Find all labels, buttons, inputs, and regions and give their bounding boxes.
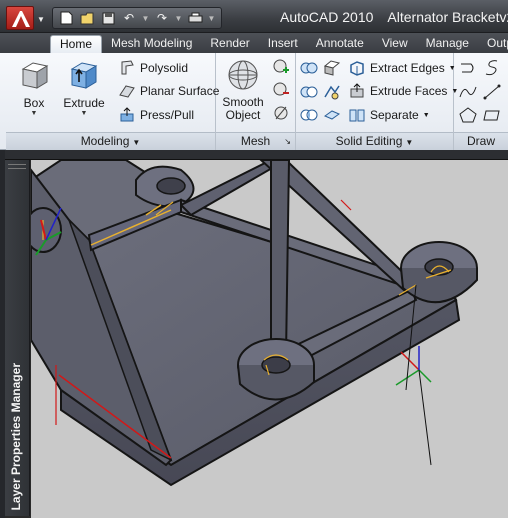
planar-surface-button[interactable]: Planar Surface: [118, 81, 219, 101]
extrude-label: Extrude: [63, 96, 105, 110]
tab-annotate[interactable]: Annotate: [307, 35, 373, 53]
extract-edges-icon: [348, 60, 365, 77]
bracket-3d-model: [31, 160, 478, 487]
planar-surface-label: Planar Surface: [140, 84, 220, 98]
app-name: AutoCAD 2010: [280, 9, 374, 25]
slice-icon[interactable]: [322, 58, 342, 78]
plot-icon[interactable]: [186, 10, 204, 26]
draw-panel: Draw: [454, 53, 508, 150]
smooth-object-icon: [226, 58, 260, 92]
tab-render[interactable]: Render: [201, 35, 258, 53]
redo-icon[interactable]: ↷: [153, 10, 171, 26]
mesh-title-label: Mesh: [240, 134, 271, 148]
chevron-down-icon: ▼: [422, 111, 430, 119]
spline-icon[interactable]: [458, 82, 478, 102]
undo-icon[interactable]: ↶: [120, 10, 138, 26]
ribbon-splitter: [0, 150, 508, 160]
solid-editing-panel: Extract Edges ▼ Extrude Faces ▼ Separate…: [296, 53, 458, 150]
smooth-object-button[interactable]: Smooth Object: [220, 58, 266, 122]
modeling-panel: Box ▼ Extrude ▼ Polysolid Planar Surface…: [6, 53, 219, 150]
window-title: AutoCAD 2010 Alternator Bracketv2: [280, 9, 508, 25]
separate-button[interactable]: Separate ▼: [348, 105, 430, 125]
layer-properties-palette[interactable]: Layer Properties Manager: [5, 160, 30, 516]
press-pull-button[interactable]: Press/Pull: [118, 105, 194, 125]
document-name: Alternator Bracketv2: [387, 9, 508, 25]
helix-icon[interactable]: [482, 58, 502, 78]
press-pull-label: Press/Pull: [140, 108, 195, 122]
dialog-launcher-icon[interactable]: ↘: [284, 133, 291, 150]
extrude-button[interactable]: Extrude ▼: [60, 58, 108, 118]
tab-home[interactable]: Home: [50, 35, 103, 53]
rectangle-icon[interactable]: [482, 105, 502, 125]
subtract-icon[interactable]: [299, 82, 319, 102]
modeling-panel-title[interactable]: Modeling ▼: [6, 132, 215, 150]
smooth-object-label-2: Object: [225, 108, 261, 122]
ribbon: Box ▼ Extrude ▼ Polysolid Planar Surface…: [0, 53, 508, 150]
tab-output[interactable]: Output: [478, 35, 508, 53]
separate-icon: [348, 107, 365, 124]
solid-editing-title-label: Solid Editing: [335, 134, 403, 148]
polysolid-button[interactable]: Polysolid: [118, 58, 188, 78]
tab-manage[interactable]: Manage: [417, 35, 478, 53]
extract-edges-label: Extract Edges: [370, 61, 445, 75]
application-menu-button[interactable]: ▼: [4, 4, 48, 31]
polyline-icon[interactable]: [458, 58, 478, 78]
extrude-faces-icon: [348, 83, 365, 100]
drawing-viewport[interactable]: [31, 160, 508, 518]
press-pull-icon: [118, 107, 135, 124]
mesh-panel-title[interactable]: Mesh ↘: [216, 132, 295, 150]
layer-properties-manager-label: Layer Properties Manager: [9, 362, 23, 510]
extrude-faces-button[interactable]: Extrude Faces ▼: [348, 81, 458, 101]
modeling-title-label: Modeling: [80, 134, 130, 148]
chevron-down-icon: ▼: [80, 110, 88, 117]
draw-title-label: Draw: [466, 134, 495, 148]
quick-access-toolbar: ↶ ▼ ↷ ▼ ▼: [52, 7, 222, 29]
chevron-down-icon: ▼: [405, 138, 414, 147]
new-icon[interactable]: [57, 10, 75, 26]
open-icon[interactable]: [78, 10, 96, 26]
polygon-icon[interactable]: [458, 105, 478, 125]
box-button[interactable]: Box ▼: [10, 58, 58, 118]
mesh-panel: Smooth Object Mesh ↘: [216, 53, 296, 150]
planar-surface-icon: [118, 83, 135, 100]
extrude-faces-label: Extrude Faces: [370, 84, 448, 98]
intersect-icon[interactable]: [299, 105, 319, 125]
polysolid-label: Polysolid: [140, 61, 189, 75]
box-icon: [17, 58, 51, 92]
tab-mesh-modeling[interactable]: Mesh Modeling: [102, 35, 201, 53]
chevron-down-icon: ▼: [132, 138, 141, 147]
thicken-icon[interactable]: [322, 105, 342, 125]
save-icon[interactable]: [99, 10, 117, 26]
tab-view[interactable]: View: [373, 35, 417, 53]
draw-panel-title[interactable]: Draw: [454, 132, 508, 150]
separate-label: Separate: [370, 108, 419, 122]
mesh-smooth-less-icon[interactable]: [271, 79, 291, 99]
palette-grip-handle[interactable]: [8, 164, 26, 169]
mesh-smooth-more-icon[interactable]: [271, 56, 291, 76]
extract-edges-button[interactable]: Extract Edges ▼: [348, 58, 456, 78]
extrude-icon: [67, 58, 101, 92]
polysolid-icon: [118, 60, 135, 77]
solid-editing-panel-title[interactable]: Solid Editing ▼: [296, 132, 453, 150]
redo-dropdown-icon[interactable]: ▼: [174, 10, 183, 26]
tab-insert[interactable]: Insert: [259, 35, 307, 53]
union-icon[interactable]: [299, 58, 319, 78]
interfere-icon[interactable]: [322, 82, 342, 102]
ribbon-tabs: Home Mesh Modeling Render Insert Annotat…: [0, 33, 508, 53]
undo-dropdown-icon[interactable]: ▼: [141, 10, 150, 26]
chevron-down-icon: ▼: [30, 110, 38, 117]
mesh-refine-icon[interactable]: [271, 103, 291, 123]
title-bar: ▼ ↶ ▼ ↷ ▼ ▼ AutoCAD 2010 Alternator Brack…: [0, 0, 508, 33]
line-icon[interactable]: [482, 82, 502, 102]
box-label: Box: [23, 96, 45, 110]
chevron-down-icon: ▼: [37, 15, 45, 24]
customize-qat-icon[interactable]: ▼: [207, 10, 216, 26]
autocad-logo-icon: [6, 6, 34, 30]
